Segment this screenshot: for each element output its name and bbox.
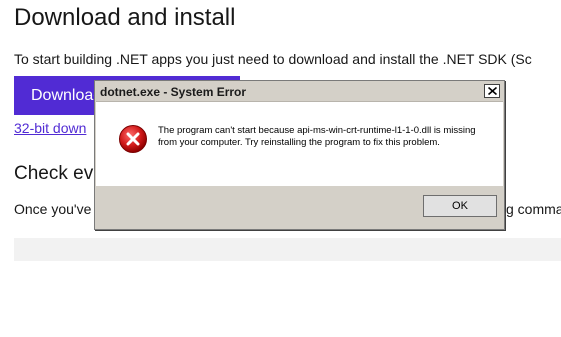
check-heading: Check ev: [14, 163, 94, 184]
dialog-content: The program can't start because api-ms-w…: [96, 102, 503, 186]
body-text-tail: g comma: [506, 201, 561, 217]
page-title: Download and install: [14, 4, 236, 31]
body-text: Once you've: [14, 201, 92, 217]
ok-button[interactable]: OK: [423, 195, 497, 217]
code-block: [14, 238, 561, 261]
dialog-title: dotnet.exe - System Error: [100, 85, 247, 99]
error-message: The program can't start because api-ms-w…: [158, 125, 476, 148]
dialog-titlebar[interactable]: dotnet.exe - System Error: [96, 82, 503, 102]
close-icon: [488, 87, 497, 95]
error-icon: [119, 125, 147, 153]
32bit-download-link[interactable]: 32-bit down: [14, 120, 86, 136]
system-error-dialog: dotnet.exe - System Error The program ca…: [94, 80, 505, 230]
intro-text: To start building .NET apps you just nee…: [14, 51, 532, 67]
close-button[interactable]: [484, 84, 500, 98]
